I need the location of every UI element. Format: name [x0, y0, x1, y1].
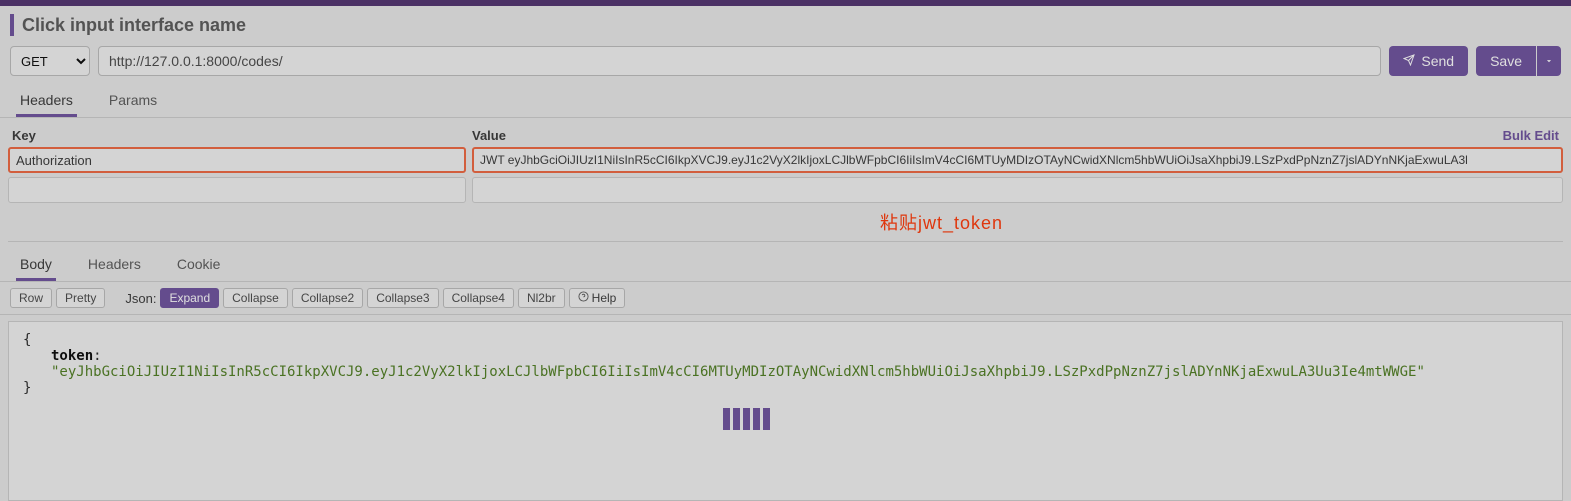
title-bar: Click input interface name [0, 6, 1571, 46]
help-button[interactable]: Help [569, 288, 626, 308]
send-icon [1403, 53, 1415, 69]
bulk-edit-link[interactable]: Bulk Edit [1503, 128, 1559, 143]
nl2br-button[interactable]: Nl2br [518, 288, 565, 308]
collapse3-button[interactable]: Collapse3 [367, 288, 438, 308]
json-colon: : [93, 348, 101, 364]
collapse-button[interactable]: Collapse [223, 288, 288, 308]
url-input[interactable] [98, 46, 1381, 76]
tab-cookie[interactable]: Cookie [173, 248, 225, 281]
header-kv-row [0, 147, 1571, 177]
loader-bar [723, 408, 730, 430]
key-column-header: Key [12, 128, 472, 143]
loader-bar [743, 408, 750, 430]
save-button-label: Save [1490, 53, 1522, 69]
json-line-value: "eyJhbGciOiJIUzI1NiIsInR5cCI6IkpXVCJ9.ey… [23, 364, 1548, 380]
value-column-header: Value [472, 128, 1503, 143]
response-toolbar: Row Pretty Json: Expand Collapse Collaps… [0, 282, 1571, 315]
save-button-group: Save [1476, 46, 1561, 76]
loader-bar [763, 408, 770, 430]
tab-response-headers[interactable]: Headers [84, 248, 145, 281]
loading-indicator [723, 408, 770, 430]
loader-bar [733, 408, 740, 430]
help-icon [578, 291, 589, 305]
response-body[interactable]: { token: "eyJhbGciOiJIUzI1NiIsInR5cCI6Ik… [8, 321, 1563, 501]
response-tabs: Body Headers Cookie [0, 242, 1571, 282]
json-line: token: [23, 348, 1548, 364]
collapse4-button[interactable]: Collapse4 [443, 288, 514, 308]
header-key-input[interactable] [8, 147, 466, 173]
kv-header-row: Key Value Bulk Edit [0, 118, 1571, 147]
row-button[interactable]: Row [10, 288, 52, 308]
header-value-input[interactable] [472, 147, 1563, 173]
expand-button[interactable]: Expand [160, 288, 219, 308]
page-title[interactable]: Click input interface name [22, 15, 246, 36]
json-value-token: "eyJhbGciOiJIUzI1NiIsInR5cCI6IkpXVCJ9.ey… [51, 364, 1425, 380]
header-key-input-empty[interactable] [8, 177, 466, 203]
loader-bar [753, 408, 760, 430]
chevron-down-icon [1544, 54, 1554, 69]
pretty-button[interactable]: Pretty [56, 288, 105, 308]
header-value-input-empty[interactable] [472, 177, 1563, 203]
tab-params[interactable]: Params [105, 84, 161, 117]
save-dropdown-toggle[interactable] [1537, 46, 1561, 76]
tab-headers[interactable]: Headers [16, 84, 77, 117]
help-label: Help [592, 291, 617, 305]
annotation-text: 粘贴jwt_token [880, 209, 1571, 235]
send-button[interactable]: Send [1389, 46, 1468, 76]
json-brace-open: { [23, 332, 1548, 348]
json-label: Json: [125, 291, 156, 306]
collapse2-button[interactable]: Collapse2 [292, 288, 363, 308]
json-brace-close: } [23, 380, 1548, 396]
header-kv-empty-row [0, 177, 1571, 213]
tab-body[interactable]: Body [16, 248, 56, 281]
request-row: GET Send Save [0, 46, 1571, 84]
json-key-token: token [51, 348, 93, 364]
title-accent [10, 14, 14, 36]
request-tabs: Headers Params [0, 84, 1571, 118]
send-button-label: Send [1421, 53, 1454, 69]
http-method-select[interactable]: GET [10, 46, 90, 76]
save-button[interactable]: Save [1476, 46, 1536, 76]
